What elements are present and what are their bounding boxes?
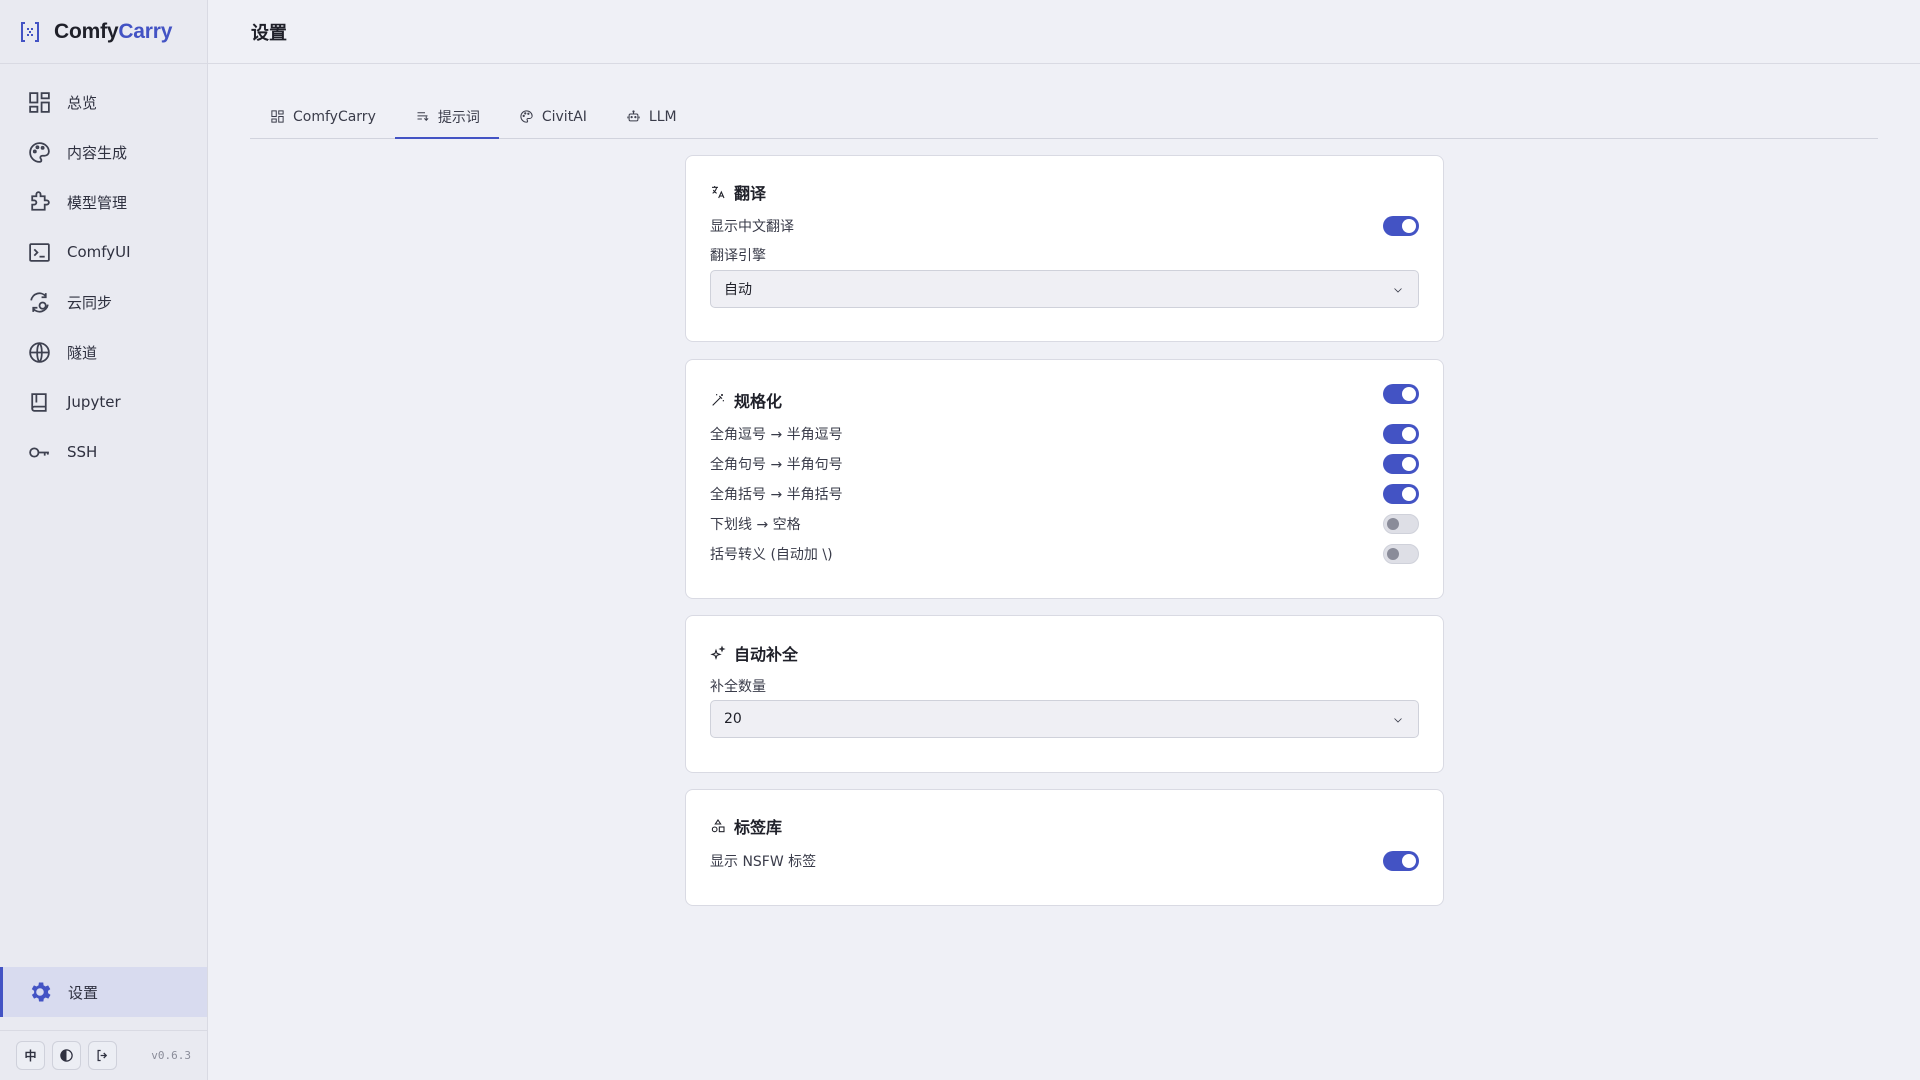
sidebar-item-content-generation[interactable]: 内容生成	[0, 127, 207, 177]
normalize-card: 规格化 全角逗号 → 半角逗号 全角句号 → 半角句号 全角括号 → 半角括号 …	[685, 359, 1444, 599]
normalize-row: 全角括号 → 半角括号	[710, 481, 1419, 507]
autocomplete-card: 自动补全 补全数量 20	[685, 615, 1444, 773]
card-title: 自动补全	[710, 641, 798, 665]
key-icon	[29, 446, 49, 458]
dashboard-icon	[271, 110, 284, 123]
count-select[interactable]: 20	[710, 700, 1419, 738]
sidebar-nav: 总览 内容生成 模型管理 ComfyUI 云同步 隧道 Jupyter SSH	[0, 77, 207, 477]
sidebar-item-settings[interactable]: 设置	[0, 967, 207, 1017]
sidebar-item-label: 设置	[68, 983, 99, 1002]
sidebar-item-label: 模型管理	[67, 193, 128, 212]
tab-comfycarry[interactable]: ComfyCarry	[250, 95, 395, 138]
translate-icon	[712, 186, 725, 199]
sidebar-item-label: 内容生成	[67, 143, 128, 162]
palette-icon	[29, 141, 50, 163]
normalize-toggle[interactable]	[1383, 384, 1419, 404]
bracket-escape-toggle[interactable]	[1383, 544, 1419, 564]
normalize-row: 括号转义 (自动加 \)	[710, 541, 1419, 567]
sidebar-item-label: 云同步	[67, 293, 113, 312]
sidebar-item-model-management[interactable]: 模型管理	[0, 177, 207, 227]
prompt-icon	[417, 112, 429, 121]
count-label: 补全数量	[710, 679, 766, 695]
tab-llm[interactable]: LLM	[606, 95, 696, 138]
dashboard-icon	[29, 91, 50, 113]
terminal-icon	[29, 242, 50, 262]
brand[interactable]: ComfyCarry	[0, 0, 207, 64]
show-translation-toggle[interactable]	[1383, 216, 1419, 236]
card-title: 标签库	[710, 814, 782, 838]
fullwidth-bracket-toggle[interactable]	[1383, 484, 1419, 504]
palette-icon	[520, 110, 533, 123]
magic-wand-icon	[712, 394, 724, 406]
gear-icon	[31, 982, 51, 1002]
brand-name: ComfyCarry	[54, 19, 173, 43]
sidebar: ComfyCarry 总览 内容生成 模型管理 ComfyUI 云同步 隧道 J…	[0, 0, 208, 1080]
sidebar-item-ssh[interactable]: SSH	[0, 427, 207, 477]
normalize-row: 下划线 → 空格	[710, 511, 1419, 537]
language-button[interactable]: 中	[16, 1041, 45, 1070]
settings-tabs: ComfyCarry 提示词 CivitAI LLM	[250, 96, 1878, 139]
logout-button[interactable]	[88, 1041, 117, 1070]
robot-icon	[627, 110, 640, 122]
show-nsfw-row: 显示 NSFW 标签	[710, 848, 1419, 874]
sidebar-item-overview[interactable]: 总览	[0, 77, 207, 127]
sidebar-footer: 中 v0.6.3	[0, 1030, 207, 1080]
page-header: 设置	[208, 0, 1920, 64]
show-nsfw-toggle[interactable]	[1383, 851, 1419, 871]
card-title: 翻译	[710, 180, 766, 204]
sidebar-item-label: ComfyUI	[67, 243, 131, 261]
globe-icon	[29, 341, 50, 363]
underscore-to-space-toggle[interactable]	[1383, 514, 1419, 534]
logout-icon	[97, 1049, 108, 1062]
contrast-icon	[60, 1049, 73, 1062]
sync-icon	[30, 291, 49, 313]
translation-card: 翻译 显示中文翻译 翻译引擎 自动	[685, 155, 1444, 342]
chevron-down-icon	[1394, 718, 1402, 723]
puzzle-icon	[31, 190, 50, 211]
theme-toggle-button[interactable]	[52, 1041, 81, 1070]
normalize-row: 全角逗号 → 半角逗号	[710, 421, 1419, 447]
sidebar-item-label: SSH	[67, 443, 98, 461]
page-title: 设置	[251, 22, 287, 44]
tags-card: 标签库 显示 NSFW 标签	[685, 789, 1444, 906]
version-label: v0.6.3	[151, 1049, 191, 1062]
logo-icon	[21, 21, 39, 42]
sidebar-item-tunnel[interactable]: 隧道	[0, 327, 207, 377]
tab-civitai[interactable]: CivitAI	[499, 95, 606, 138]
sidebar-item-cloud-sync[interactable]: 云同步	[0, 277, 207, 327]
fullwidth-period-toggle[interactable]	[1383, 454, 1419, 474]
sidebar-item-label: 隧道	[67, 343, 98, 362]
sidebar-item-label: Jupyter	[67, 393, 121, 411]
sparkles-icon	[710, 645, 726, 661]
fullwidth-comma-toggle[interactable]	[1383, 424, 1419, 444]
sidebar-item-jupyter[interactable]: Jupyter	[0, 377, 207, 427]
engine-label: 翻译引擎	[710, 248, 766, 264]
tab-prompt[interactable]: 提示词	[394, 95, 499, 139]
card-title: 规格化	[710, 388, 782, 412]
show-translation-row: 显示中文翻译	[710, 213, 1419, 239]
sidebar-item-comfyui[interactable]: ComfyUI	[0, 227, 207, 277]
book-icon	[31, 392, 47, 412]
engine-select[interactable]: 自动	[710, 270, 1419, 308]
chevron-down-icon	[1394, 288, 1402, 293]
normalize-row: 全角句号 → 半角句号	[710, 451, 1419, 477]
sidebar-item-label: 总览	[67, 93, 98, 112]
shapes-icon	[711, 819, 725, 833]
